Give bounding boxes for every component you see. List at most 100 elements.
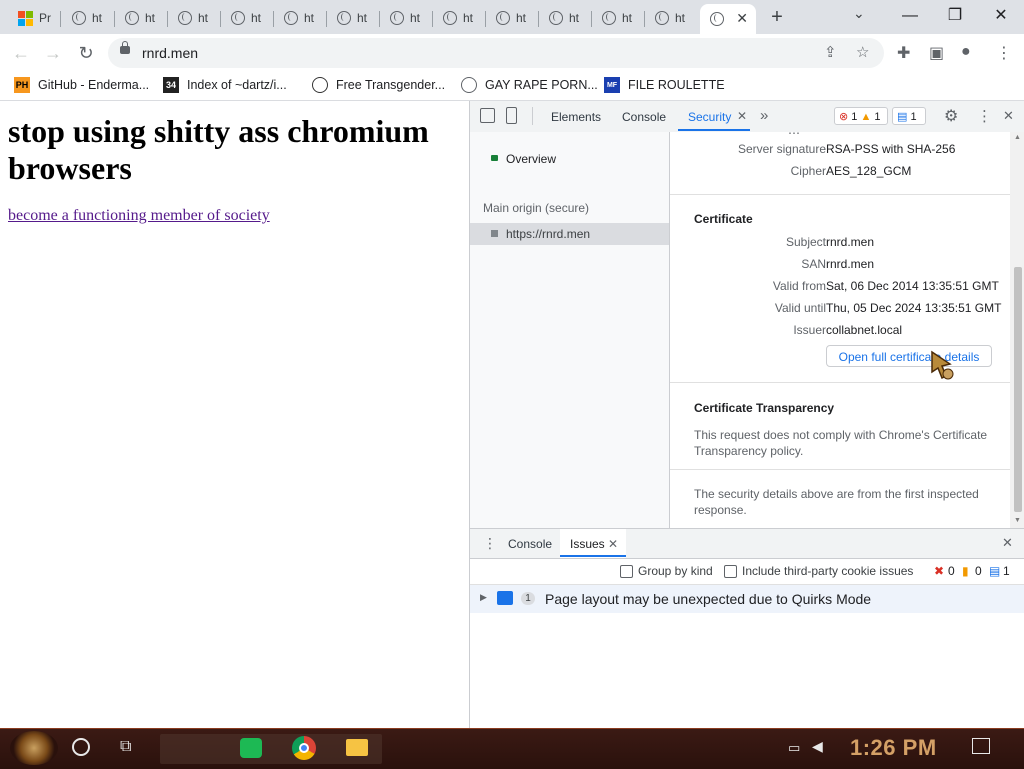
taskbar: ⧉ ▭ ◀ 1:26 PM	[0, 728, 1024, 769]
scrollbar[interactable]: ▲ ▼	[1010, 132, 1024, 528]
task-view-icon[interactable]: ⧉	[120, 738, 140, 756]
taskbar-clock[interactable]: 1:26 PM	[850, 735, 937, 761]
open-certificate-details-button[interactable]: Open full certificate details	[826, 345, 992, 367]
tab-security[interactable]: Security	[688, 110, 731, 124]
volume-muted-icon[interactable]: ◀	[812, 738, 830, 754]
devtools-toolbar: Elements Console Security ✕ » ⊗ 1 ▲ 1 ▤ …	[470, 101, 1024, 133]
issues-toolbar: Group by kind Include third-party cookie…	[470, 559, 1024, 585]
issue-row[interactable]: ▶ 1 Page layout may be unexpected due to…	[470, 585, 1024, 613]
tab[interactable]: ht	[327, 4, 380, 32]
checkbox-box[interactable]	[724, 565, 737, 579]
divider	[670, 469, 1010, 470]
device-toolbar-icon[interactable]	[506, 107, 517, 124]
more-tabs-chevron-icon[interactable]: »	[760, 107, 768, 124]
bookmark-item[interactable]: Free Transgender...	[312, 77, 445, 93]
close-window-button[interactable]: ✕	[978, 3, 1024, 29]
settings-gear-icon[interactable]: ⚙	[944, 106, 958, 126]
side-panel-icon[interactable]: ▣	[929, 43, 944, 63]
notifications-icon[interactable]	[972, 738, 990, 754]
profile-avatar-icon[interactable]: ●	[961, 43, 971, 61]
tab[interactable]: ht	[221, 4, 274, 32]
url-text[interactable]: rnrd.men	[142, 45, 198, 61]
forward-arrow-icon[interactable]: →	[41, 41, 65, 65]
tab[interactable]: ht	[274, 4, 327, 32]
back-arrow-icon[interactable]: ←	[9, 41, 33, 65]
third-party-checkbox[interactable]: Include third-party cookie issues	[724, 564, 913, 579]
restore-button[interactable]: ❐	[932, 3, 978, 29]
file-explorer-icon[interactable]	[346, 739, 368, 756]
globe-icon	[284, 11, 298, 25]
issues-message-count: 1	[1003, 564, 1010, 578]
society-link[interactable]: become a functioning member of society	[8, 207, 270, 225]
microsoft-logo-icon	[18, 10, 33, 26]
sidebar-item-overview[interactable]: Overview	[470, 148, 669, 170]
tab-active[interactable]: ✕	[700, 4, 756, 34]
globe-icon	[178, 11, 192, 25]
tab-console[interactable]: Console	[622, 110, 666, 124]
console-issues-badge[interactable]: ⊗ 1 ▲ 1	[834, 107, 888, 125]
reload-icon[interactable]: ↻	[74, 41, 98, 65]
bookmark-item[interactable]: MF FILE ROULETTE	[604, 77, 725, 93]
minimize-button[interactable]: —	[887, 3, 933, 29]
close-drawer-icon[interactable]: ✕	[1002, 535, 1013, 551]
drawer-tab-console[interactable]: Console	[508, 537, 552, 551]
transparency-heading: Certificate Transparency	[694, 401, 835, 415]
tab[interactable]: ht	[168, 4, 221, 32]
valid-until-value: Thu, 05 Dec 2024 13:35:51 GMT	[826, 301, 1002, 315]
network-icon[interactable]: ▭	[788, 740, 804, 755]
tab-title: Pr	[39, 11, 51, 25]
issues-error-icon: ✖	[934, 564, 945, 578]
globe-icon	[72, 11, 86, 25]
devtools-menu-kebab-icon[interactable]: ⋮	[977, 107, 992, 125]
tab[interactable]: ht	[645, 4, 698, 32]
close-tab-icon[interactable]: ✕	[736, 10, 748, 27]
bookmark-star-icon[interactable]: ☆	[856, 43, 869, 61]
error-icon: ⊗	[839, 111, 849, 123]
tab-elements[interactable]: Elements	[551, 110, 601, 124]
checkbox-box[interactable]	[620, 565, 633, 579]
tab[interactable]: ht	[380, 4, 433, 32]
tab[interactable]: ht	[486, 4, 539, 32]
extensions-puzzle-icon[interactable]: ✚	[897, 43, 910, 63]
tab[interactable]: ht	[592, 4, 645, 32]
scroll-down-arrow-icon[interactable]: ▼	[1014, 517, 1021, 524]
close-security-tab-icon[interactable]: ✕	[737, 109, 747, 123]
notes-app-icon[interactable]	[240, 738, 262, 758]
expand-triangle-icon[interactable]: ▶	[480, 592, 487, 603]
address-bar[interactable]: rnrd.men ⇪ ☆	[108, 38, 884, 68]
divider	[670, 382, 1010, 383]
messages-badge[interactable]: ▤ 1	[892, 107, 926, 125]
bookmark-item[interactable]: PH GitHub - Enderma...	[14, 77, 149, 93]
drawer-menu-kebab-icon[interactable]: ⋮	[483, 535, 497, 552]
tab[interactable]: Pr	[8, 4, 61, 32]
new-tab-button[interactable]: +	[765, 6, 789, 29]
bookmark-item[interactable]: 34 Index of ~dartz/i...	[163, 77, 287, 93]
tab[interactable]: ht	[433, 4, 486, 32]
tab[interactable]: ht	[115, 4, 168, 32]
scrollbar-thumb[interactable]	[1014, 267, 1022, 512]
scroll-up-arrow-icon[interactable]: ▲	[1014, 134, 1021, 141]
share-icon[interactable]: ⇪	[824, 43, 837, 61]
tab-strip: Pr ht ht ht ht ht ht ht ht ht ht ht ht ✕…	[0, 0, 1024, 34]
search-circle-icon[interactable]	[72, 738, 90, 756]
tab[interactable]: ht	[539, 4, 592, 32]
bookmark-label: Free Transgender...	[336, 78, 446, 92]
sidebar-item-origin[interactable]: https://rnrd.men	[470, 223, 669, 245]
ph-icon: PH	[14, 77, 30, 93]
tab-title: ht	[198, 11, 209, 25]
bookmark-item[interactable]: GAY RAPE PORN...	[461, 77, 598, 93]
close-devtools-icon[interactable]: ✕	[1003, 108, 1014, 124]
start-button[interactable]	[10, 731, 58, 765]
transparency-text: This request does not comply with Chrome…	[694, 428, 988, 458]
tab-search-chevron-icon[interactable]: ⌄	[853, 5, 865, 22]
lock-icon[interactable]	[120, 41, 130, 54]
drawer-tab-issues[interactable]: Issues	[570, 537, 605, 551]
menu-kebab-icon[interactable]: ⋮	[996, 43, 1012, 63]
issue-text: Page layout may be unexpected due to Qui…	[545, 591, 872, 607]
group-by-kind-checkbox[interactable]: Group by kind	[620, 564, 713, 579]
page-content: stop using shitty ass chromium browsers …	[0, 101, 469, 727]
chrome-icon[interactable]	[292, 736, 316, 760]
inspect-element-icon[interactable]	[480, 108, 495, 123]
close-issues-tab-icon[interactable]: ✕	[608, 537, 618, 551]
tab[interactable]: ht	[62, 4, 115, 32]
